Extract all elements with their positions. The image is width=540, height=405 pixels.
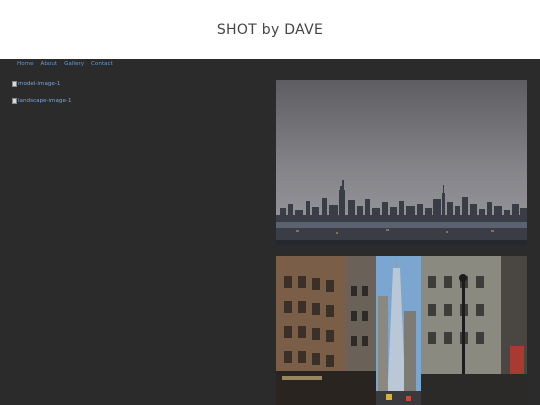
- broken-image-icon: [12, 98, 17, 104]
- site-title[interactable]: SHOT by DAVE: [217, 22, 323, 38]
- broken-image-icon: [12, 81, 17, 87]
- nav-contact-link[interactable]: Contact: [91, 60, 113, 68]
- landscape-image-broken[interactable]: landscape-image-1: [12, 98, 72, 104]
- model-image-broken[interactable]: model-image-1: [12, 81, 60, 87]
- nav-about-link[interactable]: About: [41, 60, 58, 68]
- site-header: SHOT by DAVE: [0, 0, 540, 59]
- nav-home-link[interactable]: Home: [17, 60, 34, 68]
- model-image-alt-text: model-image-1: [18, 81, 61, 87]
- street-photo[interactable]: [276, 256, 527, 405]
- main-nav: Home About Gallery Contact: [17, 60, 120, 68]
- skyline-photo[interactable]: [276, 80, 527, 246]
- nav-gallery-link[interactable]: Gallery: [64, 60, 84, 68]
- landscape-image-alt-text: landscape-image-1: [18, 98, 72, 104]
